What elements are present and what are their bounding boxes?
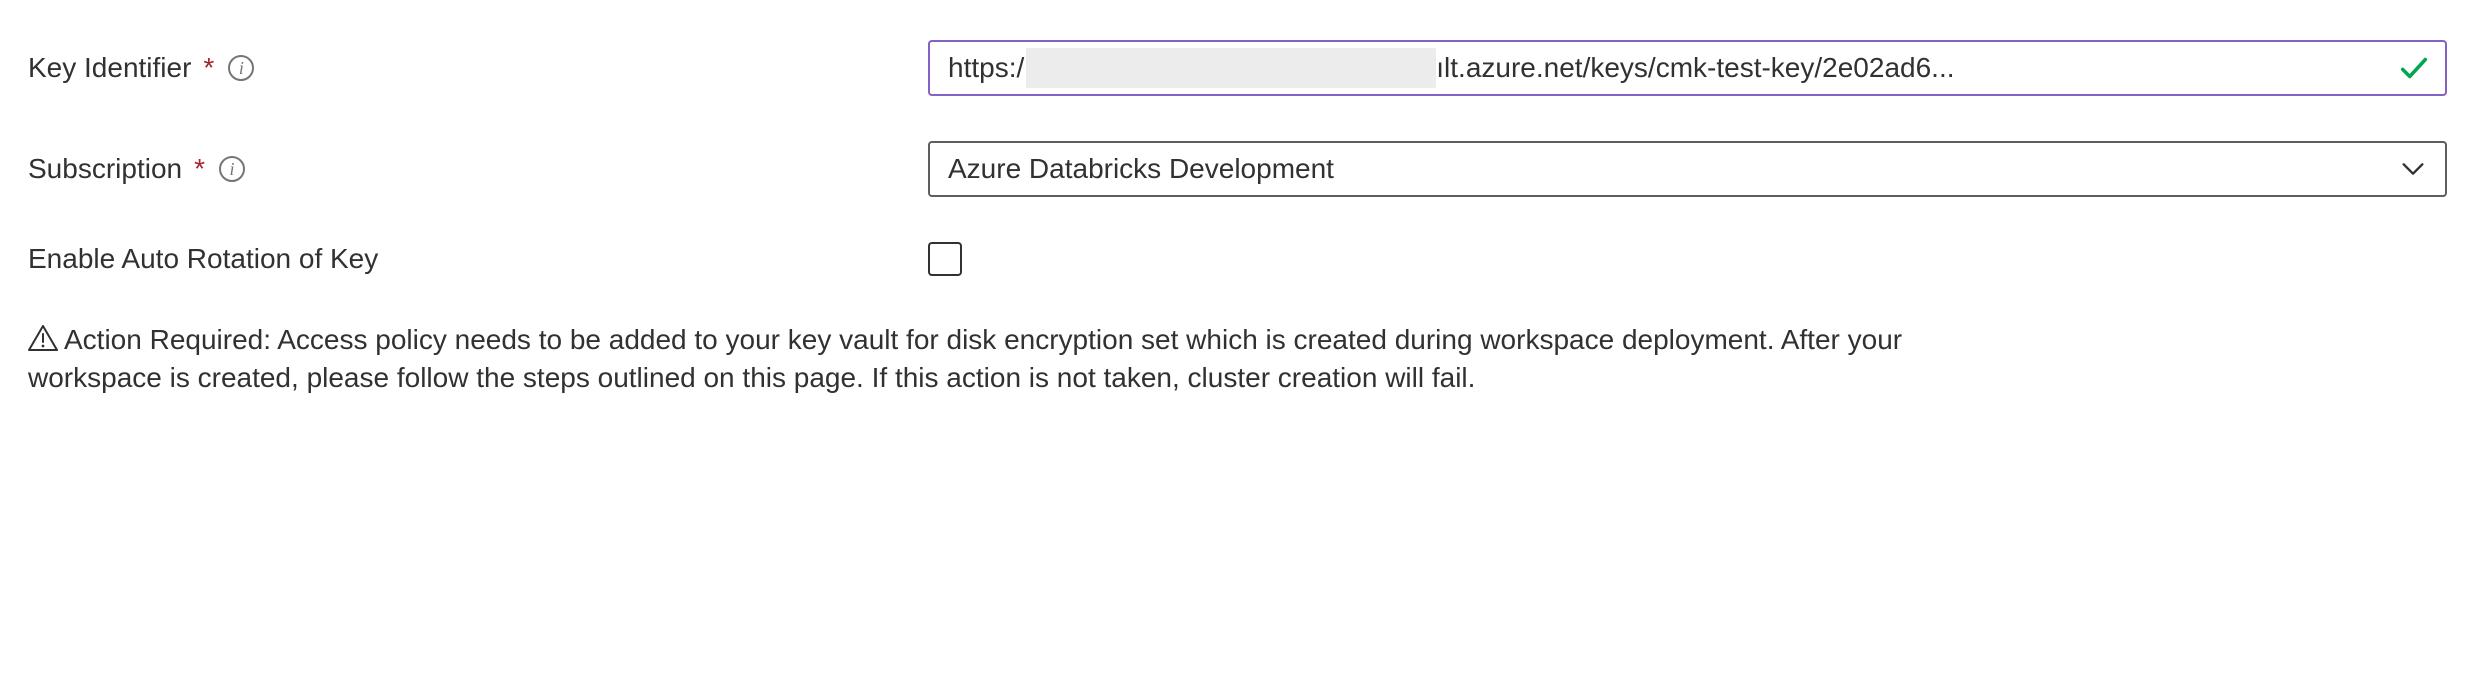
auto-rotation-label-col: Enable Auto Rotation of Key	[28, 243, 928, 275]
required-marker: *	[194, 153, 205, 185]
subscription-dropdown[interactable]: Azure Databricks Development	[928, 141, 2447, 197]
subscription-value: Azure Databricks Development	[948, 153, 1334, 185]
key-identifier-value: https:/ ılt.azure.net/keys/cmk-test-key/…	[948, 48, 2385, 88]
key-identifier-input[interactable]: https:/ ılt.azure.net/keys/cmk-test-key/…	[928, 40, 2447, 96]
subscription-label: Subscription	[28, 153, 182, 185]
validation-check-icon	[2397, 51, 2431, 85]
warning-text-body: Action Required: Access policy needs to …	[28, 324, 1902, 393]
subscription-label-col: Subscription * i	[28, 153, 928, 185]
key-identifier-label-col: Key Identifier * i	[28, 52, 928, 84]
subscription-row: Subscription * i Azure Databricks Develo…	[28, 141, 2447, 197]
action-required-message: Action Required: Access policy needs to …	[0, 321, 2060, 397]
info-icon[interactable]: i	[228, 55, 254, 81]
key-identifier-label: Key Identifier	[28, 52, 191, 84]
redacted-segment	[1026, 48, 1436, 88]
auto-rotation-row: Enable Auto Rotation of Key	[28, 242, 2447, 276]
auto-rotation-checkbox[interactable]	[928, 242, 962, 276]
required-marker: *	[203, 52, 214, 84]
key-identifier-row: Key Identifier * i https:/ ılt.azure.net…	[28, 40, 2447, 96]
info-icon[interactable]: i	[219, 156, 245, 182]
auto-rotation-label: Enable Auto Rotation of Key	[28, 243, 378, 275]
chevron-down-icon	[2399, 155, 2427, 183]
warning-icon	[28, 325, 58, 351]
